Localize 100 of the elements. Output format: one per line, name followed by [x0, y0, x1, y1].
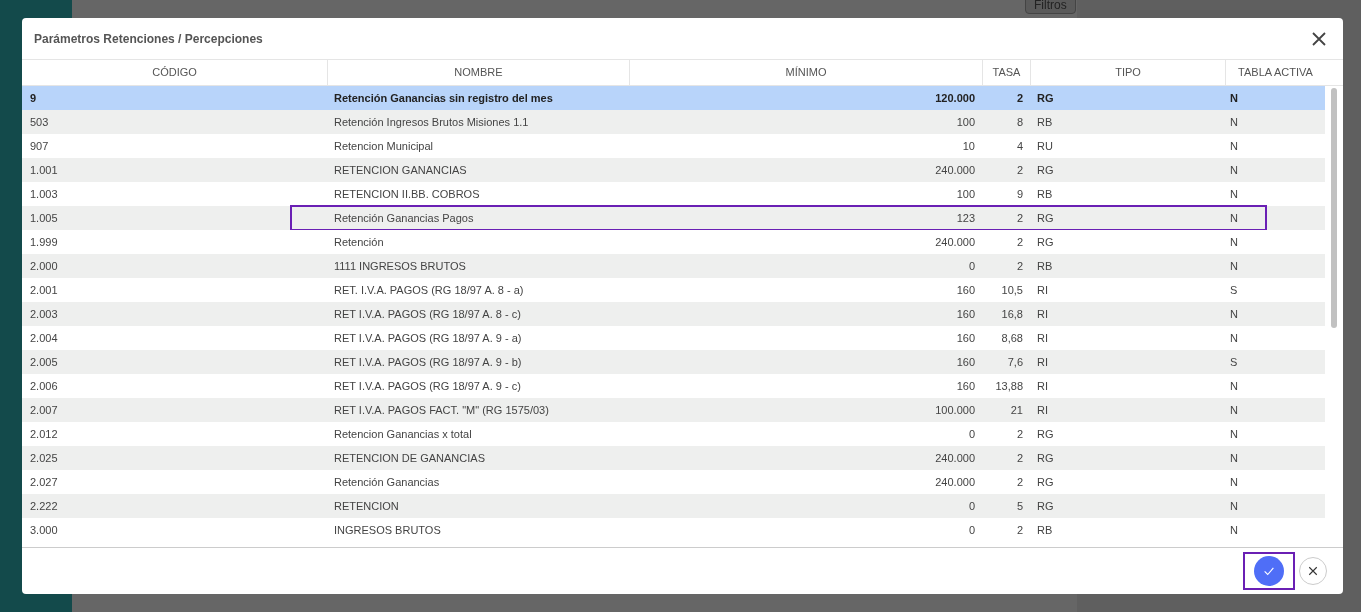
table-cell-text: Retencion Ganancias x total	[333, 426, 473, 442]
table-cell-text: RETENCION II.BB. COBROS	[333, 186, 481, 202]
table-cell-text: 1.999	[29, 234, 59, 250]
table-cell-text: RB	[1036, 258, 1054, 274]
table-row[interactable]: 2.000 1111 INGRESOS BRUTOS 0 2 RB N	[22, 254, 1325, 278]
close-icon[interactable]	[1311, 30, 1327, 47]
cancel-button[interactable]	[1299, 557, 1327, 585]
column-header[interactable]: TABLA ACTIVA	[1226, 60, 1325, 85]
table-row[interactable]: 2.025 RETENCION DE GANANCIAS 240.000 2 RG N	[22, 446, 1325, 470]
table-cell-text: N	[1229, 234, 1239, 250]
column-header[interactable]: MÍNIMO	[630, 60, 983, 85]
table-cell-text: 10,5	[1000, 282, 1024, 298]
table-cell-text: RG	[1036, 210, 1055, 226]
table-cell-text: RB	[1036, 114, 1054, 130]
table-row[interactable]: 2.222 RETENCION 0 5 RG N	[22, 494, 1325, 518]
table-cell-text: N	[1229, 258, 1239, 274]
table-cell-text: 9	[1015, 186, 1024, 202]
table-row[interactable]: 1.001 RETENCION GANANCIAS 240.000 2 RG N	[22, 158, 1325, 182]
table-cell-text: RU	[1036, 138, 1054, 154]
table-cell-text: 2.012	[29, 426, 59, 442]
table-cell-text: 2.025	[29, 450, 59, 466]
table-cell-text: 240.000	[934, 234, 976, 250]
table-cell-text: 2	[1015, 162, 1024, 178]
table-cell-text: 2.003	[29, 306, 59, 322]
table-row[interactable]: 1.005 Retención Ganancias Pagos 123 2 RG N	[22, 206, 1325, 230]
dialog-title: Parámetros Retenciones / Percepciones	[34, 30, 263, 48]
table-cell-text: Retención Ganancias Pagos	[333, 210, 475, 226]
table-cell-text: 7,6	[1006, 354, 1024, 370]
table-row[interactable]: 2.003 RET I.V.A. PAGOS (RG 18/97 A. 8 - c) 160 16,8 RI N	[22, 302, 1325, 326]
table-cell-text: 503	[29, 114, 50, 130]
confirm-button[interactable]	[1254, 556, 1284, 586]
table-cell-text: N	[1229, 90, 1239, 106]
table-cell-text: RI	[1036, 282, 1049, 298]
table-cell-text: 2.007	[29, 402, 59, 418]
table-cell-text: RETENCION	[333, 498, 400, 514]
table-cell-text: 1.003	[29, 186, 59, 202]
table-cell-text: RB	[1036, 522, 1054, 538]
table-cell-text: 100	[955, 114, 976, 130]
table-cell-text: RI	[1036, 402, 1049, 418]
table-cell-text: 240.000	[934, 474, 976, 490]
table-cell-text: N	[1229, 498, 1239, 514]
table-cell-text: RI	[1036, 330, 1049, 346]
table-cell-text: 2	[1015, 522, 1024, 538]
table-cell-text: N	[1229, 210, 1239, 226]
table-cell-text: N	[1229, 378, 1239, 394]
table-cell-text: 160	[955, 306, 976, 322]
table-cell-text: Retencion Municipal	[333, 138, 435, 154]
column-header[interactable]: TIPO	[1031, 60, 1226, 85]
table-cell-text: 16,8	[1000, 306, 1024, 322]
table-cell-text: 10	[961, 138, 976, 154]
table-cell-text: 9	[29, 90, 38, 106]
table-cell-text: N	[1229, 402, 1239, 418]
table-cell-text: 123	[955, 210, 976, 226]
table-cell-text: RET I.V.A. PAGOS (RG 18/97 A. 9 - b)	[333, 354, 523, 370]
table-cell-text: RG	[1036, 234, 1055, 250]
table-cell-text: 0	[967, 258, 976, 274]
table-cell-text: N	[1229, 138, 1239, 154]
table-cell-text: N	[1229, 474, 1239, 490]
table-cell-text: RG	[1036, 162, 1055, 178]
table-cell-text: N	[1229, 450, 1239, 466]
table-cell-text: RG	[1036, 426, 1055, 442]
table-cell-text: 2	[1015, 426, 1024, 442]
table-cell-text: Retención Ingresos Brutos Misiones 1.1	[333, 114, 530, 130]
column-header[interactable]: CÓDIGO	[22, 60, 328, 85]
table-cell-text: 21	[1009, 402, 1024, 418]
table-cell-text: 2	[1015, 258, 1024, 274]
table-cell-text: 2.001	[29, 282, 59, 298]
table-cell-text: 2	[1015, 450, 1024, 466]
table-row[interactable]: 9 Retención Ganancias sin registro del mes 120.000 2 RG N	[22, 86, 1325, 110]
table-cell-text: RI	[1036, 306, 1049, 322]
table-cell-text: 2.006	[29, 378, 59, 394]
table-cell-text: RET. I.V.A. PAGOS (RG 18/97 A. 8 - a)	[333, 282, 525, 298]
table-cell-text: N	[1229, 114, 1239, 130]
column-header[interactable]: TASA	[983, 60, 1031, 85]
table-cell-text: RG	[1036, 90, 1055, 106]
table-cell-text: 5	[1015, 498, 1024, 514]
table-cell-text: 3.000	[29, 522, 59, 538]
column-header[interactable]: NOMBRE	[328, 60, 630, 85]
table-cell-text: RETENCION DE GANANCIAS	[333, 450, 486, 466]
table-cell-text: N	[1229, 162, 1239, 178]
table-cell-text: 1.005	[29, 210, 59, 226]
table-cell-text: RET I.V.A. PAGOS (RG 18/97 A. 8 - c)	[333, 306, 522, 322]
table-cell-text: 160	[955, 330, 976, 346]
table-cell-text: RET I.V.A. PAGOS FACT. "M" (RG 1575/03)	[333, 402, 550, 418]
table-cell-text: N	[1229, 426, 1239, 442]
table-cell-text: 2.222	[29, 498, 59, 514]
table-cell-text: 8,68	[1000, 330, 1024, 346]
table-cell-text: 2	[1015, 234, 1024, 250]
table-row[interactable]: 2.005 RET I.V.A. PAGOS (RG 18/97 A. 9 - b) 160 7,6 RI S	[22, 350, 1325, 374]
close-icon	[1308, 566, 1318, 576]
table-cell-text: RI	[1036, 378, 1049, 394]
table-cell-text: 1.001	[29, 162, 59, 178]
table-cell-text: RETENCION GANANCIAS	[333, 162, 468, 178]
table-row[interactable]: 2.007 RET I.V.A. PAGOS FACT. "M" (RG 1575/03) 100.000 21 RI N	[22, 398, 1325, 422]
table-row[interactable]: 503 Retención Ingresos Brutos Misiones 1.1 100 8 RB N	[22, 110, 1325, 134]
table-cell-text: 160	[955, 378, 976, 394]
table-cell-text: Retención Ganancias	[333, 474, 441, 490]
table-cell-text: 2	[1015, 474, 1024, 490]
table-cell-text: 120.000	[934, 90, 976, 106]
table-cell-text: N	[1229, 330, 1239, 346]
